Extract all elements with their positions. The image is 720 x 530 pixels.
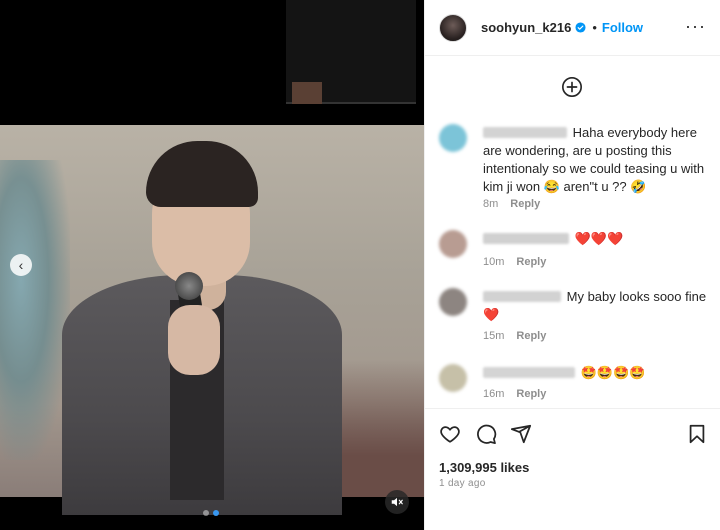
carousel-dot xyxy=(203,510,209,516)
comments-section[interactable]: Haha everybody here are wondering, are u… xyxy=(425,56,720,408)
comment-body: 🤩🤩🤩🤩 xyxy=(483,364,709,382)
speaker-muted-icon xyxy=(391,497,403,507)
comment-meta: 16m Reply xyxy=(483,388,546,400)
comment-username-blurred[interactable] xyxy=(483,233,569,244)
comment-time: 16m xyxy=(483,388,505,400)
comment-time: 15m xyxy=(483,330,505,342)
verified-badge-icon xyxy=(575,22,586,33)
post-timestamp[interactable]: 1 day ago xyxy=(439,478,486,489)
comment-username-blurred[interactable] xyxy=(483,127,567,138)
background-screen-detail xyxy=(292,82,322,104)
comment-text: 🤩🤩🤩🤩 xyxy=(580,365,646,380)
comment-avatar[interactable] xyxy=(439,288,467,316)
comment-time: 8m xyxy=(483,198,499,210)
reply-button[interactable]: Reply xyxy=(516,256,546,268)
chevron-left-icon: ‹ xyxy=(18,257,24,273)
comment-username-blurred[interactable] xyxy=(483,367,575,378)
bookmark-icon[interactable] xyxy=(686,423,708,445)
author-username[interactable]: soohyun_k216 xyxy=(481,20,571,35)
action-bar xyxy=(425,408,720,458)
microphone-head xyxy=(175,272,203,300)
comment-time: 10m xyxy=(483,256,505,268)
reply-button[interactable]: Reply xyxy=(510,198,540,210)
post-side-panel: soohyun_k216 • Follow ··· Haha everybody… xyxy=(424,0,720,530)
carousel-prev-button[interactable]: ‹ xyxy=(10,254,32,276)
header-separator: • xyxy=(592,20,597,35)
comment-meta: 8m Reply xyxy=(483,198,540,210)
post-header: soohyun_k216 • Follow ··· xyxy=(425,0,720,56)
post-media[interactable]: ‹ xyxy=(0,0,424,530)
person-hand xyxy=(168,305,220,375)
comment-meta: 10m Reply xyxy=(483,256,546,268)
reply-button[interactable]: Reply xyxy=(516,330,546,342)
add-circle-icon[interactable] xyxy=(561,76,583,98)
more-options-icon[interactable]: ··· xyxy=(685,17,706,35)
comment-icon[interactable] xyxy=(475,423,497,445)
follow-button[interactable]: Follow xyxy=(602,20,643,35)
reply-button[interactable]: Reply xyxy=(516,388,546,400)
carousel-indicator xyxy=(203,510,219,516)
comment-meta: 15m Reply xyxy=(483,330,546,342)
comment-avatar[interactable] xyxy=(439,230,467,258)
stage-light xyxy=(0,160,70,460)
comment-body: My baby looks sooo fine❤️ xyxy=(483,288,709,324)
comment-body: ❤️❤️❤️ xyxy=(483,230,709,248)
likes-count[interactable]: 1,309,995 likes xyxy=(439,460,529,475)
author-avatar[interactable] xyxy=(439,13,467,42)
comment-username-blurred[interactable] xyxy=(483,291,561,302)
carousel-dot xyxy=(213,510,219,516)
comment-body: Haha everybody here are wondering, are u… xyxy=(483,124,709,196)
comment-avatar[interactable] xyxy=(439,364,467,392)
comment-avatar[interactable] xyxy=(439,124,467,152)
comment-text: ❤️❤️❤️ xyxy=(574,231,624,246)
heart-icon[interactable] xyxy=(439,423,461,445)
mute-button[interactable] xyxy=(385,490,409,514)
share-icon[interactable] xyxy=(510,423,532,445)
